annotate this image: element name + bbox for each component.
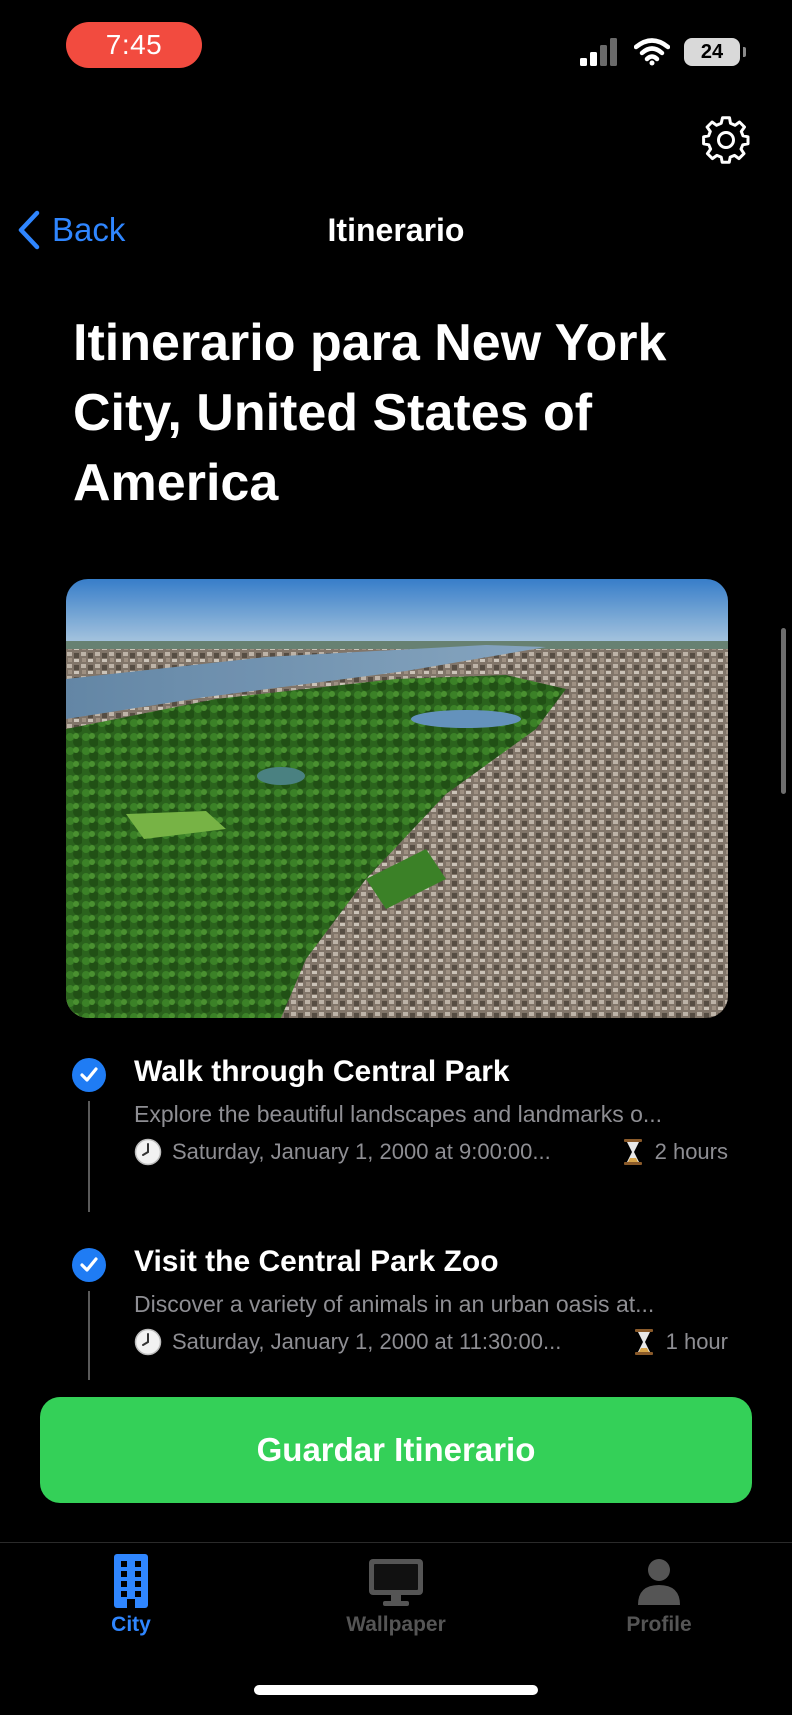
activity-item[interactable]: Visit the Central Park Zoo Discover a va… <box>66 1245 728 1380</box>
back-button[interactable]: Back <box>16 208 125 252</box>
checkmark-circle-icon <box>72 1248 106 1282</box>
activity-duration: 2 hours <box>654 1139 728 1164</box>
activity-title: Walk through Central Park <box>134 1055 510 1088</box>
back-label: Back <box>52 211 126 248</box>
status-time: 7:45 <box>66 22 202 68</box>
clock-icon <box>134 1138 162 1166</box>
building-icon <box>114 1554 148 1608</box>
city-photo <box>66 579 728 1018</box>
activity-description: Explore the beautiful landscapes and lan… <box>134 1101 663 1127</box>
tab-profile[interactable]: Profile <box>559 1553 759 1637</box>
activity-datetime: Saturday, January 1, 2000 at 11:30:00... <box>172 1329 562 1354</box>
activity-datetime: Saturday, January 1, 2000 at 9:00:00... <box>172 1139 551 1164</box>
page-title: Itinerario para New York City, United St… <box>73 314 667 512</box>
cellular-signal-icon <box>580 38 617 66</box>
tab-label: Profile <box>626 1613 692 1636</box>
activity-duration: 1 hour <box>665 1329 728 1354</box>
tab-wallpaper[interactable]: Wallpaper <box>296 1553 496 1637</box>
timeline-line <box>88 1101 90 1212</box>
hourglass-icon <box>634 1329 653 1355</box>
hourglass-icon <box>623 1139 642 1165</box>
home-indicator[interactable] <box>254 1685 538 1695</box>
tab-label: City <box>111 1613 151 1636</box>
battery-indicator: 24 <box>684 38 746 66</box>
activity-title: Visit the Central Park Zoo <box>134 1245 499 1278</box>
person-icon <box>638 1559 680 1605</box>
clock-icon <box>134 1328 162 1356</box>
chevron-left-icon <box>18 210 40 250</box>
tab-label: Wallpaper <box>346 1613 446 1636</box>
activity-item[interactable]: Walk through Central Park Explore the be… <box>66 1055 728 1215</box>
tab-city[interactable]: City <box>31 1553 231 1637</box>
activity-meta: Saturday, January 1, 2000 at 9:00:00... … <box>134 1138 728 1166</box>
save-itinerary-button[interactable]: Guardar Itinerario <box>40 1397 752 1503</box>
timeline-line <box>88 1291 90 1380</box>
status-indicators: 24 <box>580 34 746 70</box>
activity-description: Discover a variety of animals in an urba… <box>134 1291 655 1317</box>
scrollbar[interactable] <box>781 628 786 794</box>
wifi-icon <box>634 38 670 66</box>
activity-meta: Saturday, January 1, 2000 at 11:30:00...… <box>134 1328 728 1356</box>
monitor-icon <box>369 1559 423 1606</box>
checkmark-circle-icon <box>72 1058 106 1092</box>
gear-icon[interactable] <box>700 114 752 166</box>
